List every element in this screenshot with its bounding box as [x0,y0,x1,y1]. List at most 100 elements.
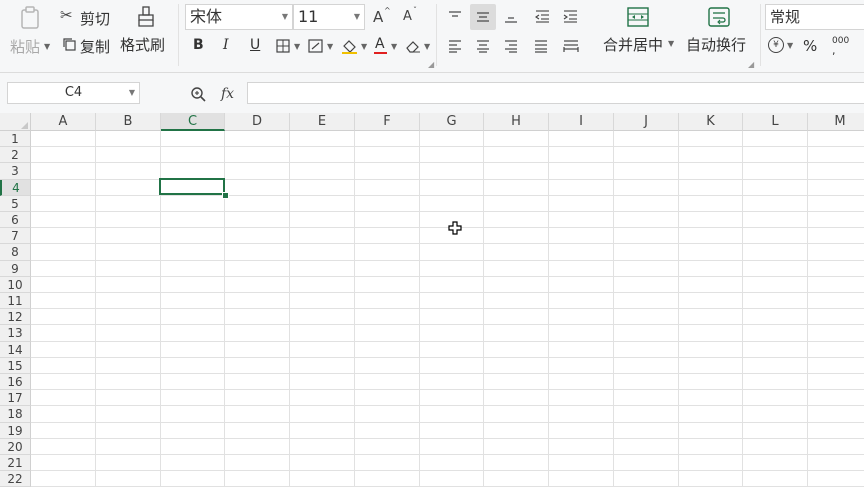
gridline-horizontal [31,438,864,439]
font-dialog-launcher-icon[interactable]: ◢ [428,60,434,69]
font-color-bar [374,52,387,54]
column-header-m[interactable]: M [808,113,864,131]
column-header-k[interactable]: K [679,113,743,131]
row-header-11[interactable]: 11 [0,293,31,309]
row-header-10[interactable]: 10 [0,277,31,293]
increase-font-button[interactable]: A ^ [370,6,394,28]
column-header-j[interactable]: J [614,113,679,131]
column-header-i[interactable]: I [549,113,614,131]
italic-icon: I [223,37,229,53]
font-size-select[interactable]: 11 ▼ [293,4,365,30]
format-painter-label: 格式刷 [120,36,166,54]
gridline-horizontal [31,470,864,471]
column-header-c[interactable]: C [161,113,225,131]
wrap-text-button[interactable]: 自动换行 [684,4,754,60]
row-header-8[interactable]: 8 [0,244,31,261]
row-header-22[interactable]: 22 [0,471,31,487]
row-header-15[interactable]: 15 [0,358,31,374]
cell-style-button[interactable]: ▼ [306,36,336,56]
align-top-button[interactable] [444,6,466,28]
percent-icon: % [803,37,818,55]
font-size-value: 11 [298,7,319,26]
gridline-horizontal [31,324,864,325]
paste-button[interactable]: 粘贴 ▼ [8,4,50,64]
row-header-1[interactable]: 1 [0,131,31,147]
indent-icon [563,10,577,23]
row-header-19[interactable]: 19 [0,423,31,439]
row-header-7[interactable]: 7 [0,228,31,244]
cut-button[interactable]: ✂ 剪切 [60,6,116,28]
row-header-16[interactable]: 16 [0,374,31,390]
separator [178,4,179,66]
column-header-h[interactable]: H [484,113,549,131]
thousands-separator-button[interactable]: 000 , [830,36,860,57]
row-header-6[interactable]: 6 [0,212,31,228]
currency-button[interactable]: ¥ ▼ [768,36,796,56]
justify-button[interactable] [530,36,552,58]
formula-input[interactable] [247,82,864,104]
column-header-f[interactable]: F [355,113,420,131]
row-header-13[interactable]: 13 [0,325,31,342]
column-header-g[interactable]: G [420,113,484,131]
row-header-21[interactable]: 21 [0,455,31,471]
font-color-button[interactable]: A ▼ [372,36,402,56]
column-header-b[interactable]: B [96,113,161,131]
zoom-search-icon[interactable] [190,86,206,102]
underline-button[interactable]: U [245,36,265,56]
italic-button[interactable]: I [216,36,236,56]
row-header-5[interactable]: 5 [0,196,31,212]
cursor-cross-icon [448,221,462,235]
name-box-value: C4 [64,85,83,100]
row-header-4[interactable]: 4 [0,180,31,196]
row-header-3[interactable]: 3 [0,163,31,180]
copy-button[interactable]: 复制 [60,34,116,56]
fill-color-button[interactable]: ▼ [340,36,370,56]
column-header-a[interactable]: A [31,113,96,131]
merge-cells-icon [627,7,649,27]
copy-icon [63,38,76,51]
increase-indent-button[interactable] [560,6,582,28]
gridline-horizontal [31,243,864,244]
font-name-select[interactable]: 宋体 ▼ [185,4,293,30]
column-header-l[interactable]: L [743,113,808,131]
align-center-button[interactable] [472,36,494,58]
paste-icon [21,6,39,29]
align-middle-button[interactable] [470,4,496,30]
percent-button[interactable]: % [800,36,822,56]
borders-button[interactable]: ▼ [274,36,304,56]
row-header-12[interactable]: 12 [0,309,31,325]
align-left-icon [449,40,461,53]
chevron-down-icon: ▼ [353,12,360,21]
gridline-horizontal [31,146,864,147]
merge-center-button[interactable]: 合并居中 ▼ [598,4,678,60]
gridline-horizontal [31,179,864,180]
distributed-align-button[interactable] [560,36,582,58]
align-bottom-icon [505,17,517,23]
align-left-button[interactable] [444,36,466,58]
align-bottom-button[interactable] [500,6,522,28]
paste-dropdown-arrow[interactable]: ▼ [44,42,50,51]
row-header-18[interactable]: 18 [0,406,31,423]
insert-function-button[interactable]: fx [221,86,234,102]
decrease-font-button[interactable]: A ˇ [400,6,424,28]
align-middle-icon [477,12,489,22]
row-header-20[interactable]: 20 [0,439,31,455]
number-format-select[interactable]: 常规 [765,4,864,30]
bold-button[interactable]: B [188,36,208,56]
alignment-dialog-launcher-icon[interactable]: ◢ [748,60,754,69]
column-header-e[interactable]: E [290,113,355,131]
name-box[interactable]: C4 ▼ [7,82,140,104]
fill-handle[interactable] [222,192,229,199]
row-header-2[interactable]: 2 [0,147,31,163]
clear-button[interactable]: ▼ [404,36,434,56]
select-all-corner[interactable] [0,113,31,131]
row-header-14[interactable]: 14 [0,342,31,358]
column-header-d[interactable]: D [225,113,290,131]
format-painter-button[interactable]: 格式刷 [120,4,174,60]
decrease-indent-button[interactable] [532,6,554,28]
align-right-button[interactable] [500,36,522,58]
row-header-17[interactable]: 17 [0,390,31,406]
row-header-9[interactable]: 9 [0,261,31,277]
active-cell-selection[interactable] [159,178,225,195]
gridline-horizontal [31,389,864,390]
